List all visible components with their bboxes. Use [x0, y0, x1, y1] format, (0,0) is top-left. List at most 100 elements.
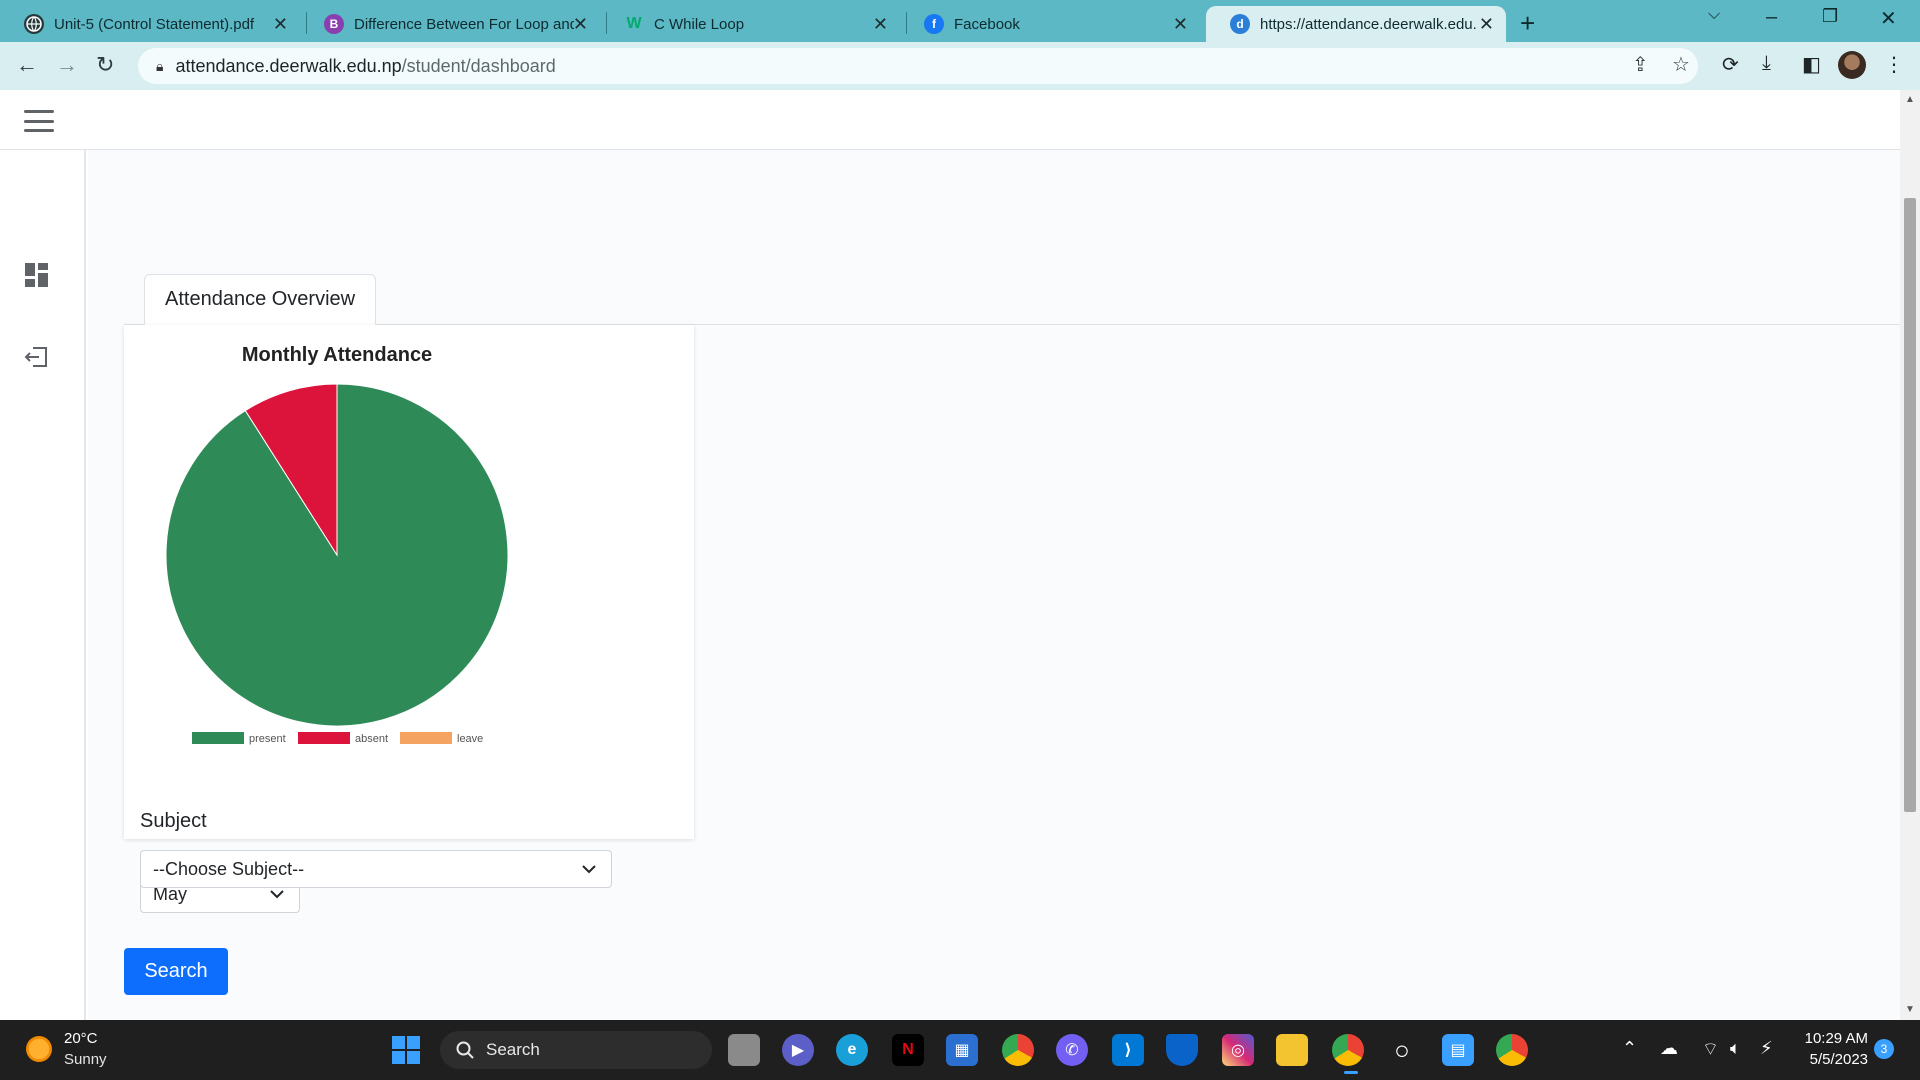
onedrive-cloud-icon[interactable]: ☁: [1660, 1038, 1678, 1059]
sidebar: [0, 150, 86, 1020]
close-tab-icon[interactable]: ✕: [1173, 14, 1188, 35]
legend-swatch-present[interactable]: [192, 732, 244, 744]
chart-title: Monthly Attendance: [242, 344, 432, 366]
notification-badge[interactable]: 3: [1874, 1039, 1894, 1059]
side-panel-icon[interactable]: ◧: [1802, 52, 1821, 77]
reload-button[interactable]: ↻: [96, 52, 114, 78]
volume-icon[interactable]: 🔈︎: [1730, 1038, 1741, 1059]
close-tab-icon[interactable]: ✕: [873, 14, 888, 35]
wifi-icon[interactable]: ⌔: [1702, 1038, 1719, 1061]
top-navbar: [0, 90, 1900, 150]
vscode-icon[interactable]: ⟩: [1112, 1034, 1144, 1066]
close-window-button[interactable]: ✕: [1880, 6, 1897, 31]
hamburger-menu-icon[interactable]: [24, 110, 54, 132]
taskbar-search-placeholder: Search: [486, 1040, 540, 1059]
monthly-attendance-chart: Monthly Attendance present absent leave: [165, 344, 509, 745]
globe-icon: [24, 14, 44, 34]
browser-tab-for-loop[interactable]: B Difference Between For Loop and ✕: [300, 6, 600, 42]
chrome-icon[interactable]: [1002, 1034, 1034, 1066]
back-button[interactable]: ←: [16, 52, 38, 78]
scroll-up-arrow-icon[interactable]: ▲: [1905, 94, 1915, 105]
browser-tab-title: https://attendance.deerwalk.edu.: [1260, 15, 1477, 33]
search-button[interactable]: Search: [124, 948, 228, 995]
clock-time[interactable]: 10:29 AM: [1800, 1030, 1868, 1047]
new-tab-button[interactable]: +: [1520, 8, 1535, 39]
dashboard-icon[interactable]: [24, 262, 50, 288]
instagram-icon[interactable]: ◎: [1222, 1034, 1254, 1066]
teams-chat-icon[interactable]: ▶: [782, 1034, 814, 1066]
pie-slices: [165, 383, 509, 727]
legend-label-absent[interactable]: absent: [355, 733, 388, 745]
browser-tab-attendance[interactable]: d https://attendance.deerwalk.edu. ✕: [1206, 6, 1506, 42]
tray-overflow-chevron-icon[interactable]: ⌃: [1622, 1038, 1637, 1059]
scrollbar-thumb[interactable]: [1904, 198, 1916, 812]
windows-taskbar: 20°C Sunny Search ▶ e N ▦ ✆ ⟩ ◎ ○ ▤ ⌃ ☁ …: [0, 1020, 1920, 1080]
deerwalk-icon: d: [1230, 14, 1250, 34]
byjus-icon: B: [324, 14, 344, 34]
tab-search-chevron-icon[interactable]: ⌵: [1708, 6, 1720, 24]
logout-icon[interactable]: [24, 344, 50, 370]
clock-date[interactable]: 5/5/2023: [1800, 1051, 1868, 1068]
chevron-down-icon: [270, 890, 284, 899]
bookmark-star-icon[interactable]: ☆: [1672, 52, 1690, 77]
legend-label-present[interactable]: present: [249, 733, 286, 745]
taskbar-search-box[interactable]: Search: [440, 1031, 712, 1069]
microsoft-store-icon[interactable]: ▦: [946, 1034, 978, 1066]
legend-label-leave[interactable]: leave: [457, 733, 483, 745]
attendance-chart-card: Monthly Attendance present absent leave Ma…: [124, 325, 694, 913]
file-explorer-icon[interactable]: [1276, 1034, 1308, 1066]
search-icon: [456, 1041, 474, 1059]
forward-button[interactable]: →: [56, 52, 78, 78]
w3schools-icon: W: [626, 15, 642, 32]
weather-temperature[interactable]: 20°C: [64, 1030, 98, 1047]
notepad-icon[interactable]: ▤: [1442, 1034, 1474, 1066]
lock-icon: 🔒︎: [156, 57, 164, 74]
legend-swatch-absent[interactable]: [298, 732, 350, 744]
close-tab-icon[interactable]: ✕: [273, 14, 288, 35]
menu-kebab-icon[interactable]: ⋮: [1884, 52, 1904, 77]
close-tab-icon[interactable]: ✕: [1479, 14, 1494, 35]
tab-attendance-overview[interactable]: Attendance Overview: [144, 274, 377, 325]
chevron-down-icon: [582, 865, 596, 874]
scroll-down-arrow-icon[interactable]: ▼: [1905, 1004, 1915, 1015]
restore-button[interactable]: ❐: [1822, 6, 1838, 27]
browser-tab-strip: Unit-5 (Control Statement).pdf ✕ B Diffe…: [0, 0, 1920, 42]
browser-tab-facebook[interactable]: f Facebook ✕: [900, 6, 1200, 42]
minimize-button[interactable]: –: [1766, 6, 1777, 29]
subject-select[interactable]: --Choose Subject--: [140, 850, 612, 888]
browser-tab-title: Unit-5 (Control Statement).pdf: [54, 15, 255, 33]
page-scrollbar[interactable]: ▲ ▼: [1900, 90, 1920, 1020]
chrome-profile-icon[interactable]: [1332, 1034, 1364, 1066]
chart-legend: present absent leave: [192, 732, 483, 745]
browser-tab-while-loop[interactable]: W C While Loop ✕: [600, 6, 900, 42]
obs-icon[interactable]: ○: [1386, 1034, 1418, 1066]
url-host: attendance.deerwalk.edu.np: [175, 55, 402, 76]
extension-icon[interactable]: ⟳: [1722, 52, 1739, 77]
viber-icon[interactable]: ✆: [1056, 1034, 1088, 1066]
netflix-icon[interactable]: N: [892, 1034, 924, 1066]
web-page: Attendance Overview Monthly Attendance p…: [0, 90, 1900, 1020]
download-icon[interactable]: ⤓: [1762, 52, 1771, 75]
subject-select-value: --Choose Subject--: [153, 858, 305, 879]
browser-tab-title: C While Loop: [654, 15, 745, 33]
legend-swatch-leave[interactable]: [400, 732, 452, 744]
url-path: /student/dashboard: [401, 55, 556, 76]
profile-avatar[interactable]: [1838, 51, 1866, 79]
browser-toolbar: ← → ↻ 🔒︎ attendance.deerwalk.edu.np/stud…: [0, 42, 1920, 90]
address-bar[interactable]: 🔒︎ attendance.deerwalk.edu.np/student/da…: [138, 48, 1698, 84]
weather-description[interactable]: Sunny: [64, 1051, 107, 1068]
browser-tab-pdf[interactable]: Unit-5 (Control Statement).pdf ✕: [0, 6, 300, 42]
defender-shield-icon[interactable]: [1166, 1034, 1198, 1066]
share-icon[interactable]: ⇪: [1632, 52, 1649, 77]
browser-tab-title: Difference Between For Loop and: [354, 15, 574, 33]
weather-sun-icon[interactable]: [26, 1036, 52, 1062]
edge-icon[interactable]: e: [836, 1034, 868, 1066]
browser-tab-title: Facebook: [954, 15, 1020, 33]
task-view-icon[interactable]: [728, 1034, 760, 1066]
chrome-second-profile-icon[interactable]: [1496, 1034, 1528, 1066]
windows-start-icon[interactable]: [392, 1036, 420, 1064]
close-tab-icon[interactable]: ✕: [573, 14, 588, 35]
facebook-icon: f: [924, 14, 944, 34]
battery-charging-icon[interactable]: ⚡: [1760, 1038, 1773, 1059]
active-app-indicator: [1344, 1071, 1358, 1074]
